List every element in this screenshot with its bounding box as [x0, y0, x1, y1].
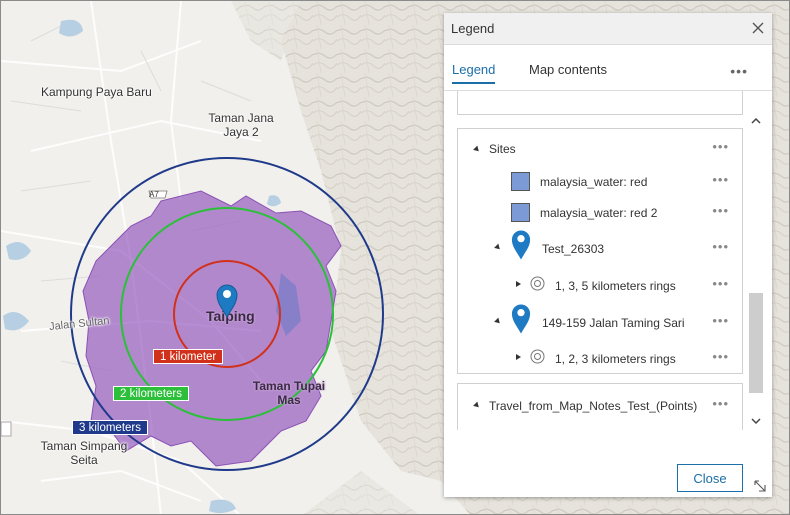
- more-options-icon[interactable]: •••: [712, 203, 729, 218]
- tab-bar: Legend Map contents •••: [444, 45, 772, 89]
- legend-row-water-red-2[interactable]: malaysia_water: red 2 •••: [458, 203, 742, 223]
- resize-icon[interactable]: [753, 479, 767, 493]
- app-frame: Kampung Paya Baru Taman Jana Jaya 2 Tama…: [0, 0, 790, 515]
- location-pin-icon[interactable]: [216, 284, 238, 318]
- place-label-taman-jana-jaya: Taman Jana Jaya 2: [208, 111, 274, 139]
- expand-icon[interactable]: [516, 281, 521, 287]
- expand-icon[interactable]: [516, 354, 521, 360]
- place-label-taman-simpang-seita: Taman Simpang Seita: [40, 439, 128, 467]
- more-options-icon[interactable]: •••: [712, 349, 729, 364]
- scroll-up-icon[interactable]: [751, 116, 761, 126]
- scroll-down-icon[interactable]: [751, 416, 761, 426]
- previous-layer-card: [457, 91, 743, 115]
- rings-icon: [530, 349, 545, 364]
- legend-row-sites[interactable]: Sites •••: [458, 139, 742, 159]
- legend-label: 1, 2, 3 kilometers rings: [555, 352, 676, 366]
- collapse-icon[interactable]: [473, 145, 481, 154]
- more-options-icon[interactable]: •••: [712, 139, 729, 154]
- panel-more-options-icon[interactable]: •••: [730, 63, 748, 79]
- fill-swatch-icon: [511, 203, 530, 222]
- scrollbar-thumb[interactable]: [749, 293, 763, 393]
- legend-label: Test_26303: [542, 242, 605, 256]
- legend-row-jalan-taming-sari[interactable]: 149-159 Jalan Taming Sari •••: [458, 304, 742, 334]
- layer-group-sites: Sites ••• malaysia_water: red ••• malays…: [457, 128, 743, 374]
- more-options-icon[interactable]: •••: [712, 239, 729, 254]
- more-options-icon[interactable]: •••: [712, 313, 729, 328]
- legend-panel: Legend Legend Map contents ••• Sites •••…: [444, 13, 772, 497]
- fill-swatch-icon: [511, 172, 530, 191]
- scrollbar[interactable]: [749, 113, 763, 429]
- collapse-icon[interactable]: [494, 317, 502, 326]
- ring-label-2km: 2 kilometers: [113, 386, 189, 401]
- ring-label-3km: 3 kilometers: [72, 420, 148, 435]
- panel-header: Legend: [444, 13, 772, 45]
- legend-row-test[interactable]: Test_26303 •••: [458, 230, 742, 260]
- close-icon[interactable]: [750, 20, 766, 36]
- tab-legend[interactable]: Legend: [452, 62, 496, 84]
- rings-icon: [530, 276, 545, 291]
- collapse-icon[interactable]: [494, 243, 502, 252]
- legend-label: Sites: [489, 142, 516, 156]
- location-pin-icon: [511, 304, 531, 334]
- legend-label: 149-159 Jalan Taming Sari: [542, 316, 685, 330]
- tab-map-contents[interactable]: Map contents: [529, 62, 607, 82]
- ring-label-1km: 1 kilometer: [153, 349, 224, 364]
- route-shield-label: A7: [149, 190, 159, 199]
- more-options-icon[interactable]: •••: [712, 172, 729, 187]
- close-button[interactable]: Close: [677, 464, 743, 492]
- place-label-taman-tupai-mas: Taman Tupai Mas: [252, 379, 326, 407]
- location-pin-icon: [511, 230, 531, 260]
- collapse-icon[interactable]: [473, 401, 481, 410]
- panel-title: Legend: [451, 21, 495, 36]
- legend-row-travel[interactable]: Travel_from_Map_Notes_Test_(Points) •••: [458, 396, 742, 416]
- legend-row-rings-123[interactable]: 1, 2, 3 kilometers rings •••: [458, 349, 742, 369]
- layer-group-travel: Travel_from_Map_Notes_Test_(Points) •••: [457, 383, 743, 430]
- legend-label: Travel_from_Map_Notes_Test_(Points): [489, 399, 698, 413]
- legend-row-water-red[interactable]: malaysia_water: red •••: [458, 172, 742, 192]
- legend-label: malaysia_water: red 2: [540, 206, 658, 220]
- place-label-kampung-paya-baru: Kampung Paya Baru: [41, 85, 152, 99]
- legend-list[interactable]: Sites ••• malaysia_water: red ••• malays…: [444, 90, 772, 430]
- legend-label: malaysia_water: red: [540, 175, 648, 189]
- more-options-icon[interactable]: •••: [712, 396, 729, 411]
- legend-row-rings-135[interactable]: 1, 3, 5 kilometers rings •••: [458, 276, 742, 296]
- legend-label: 1, 3, 5 kilometers rings: [555, 279, 676, 293]
- more-options-icon[interactable]: •••: [712, 276, 729, 291]
